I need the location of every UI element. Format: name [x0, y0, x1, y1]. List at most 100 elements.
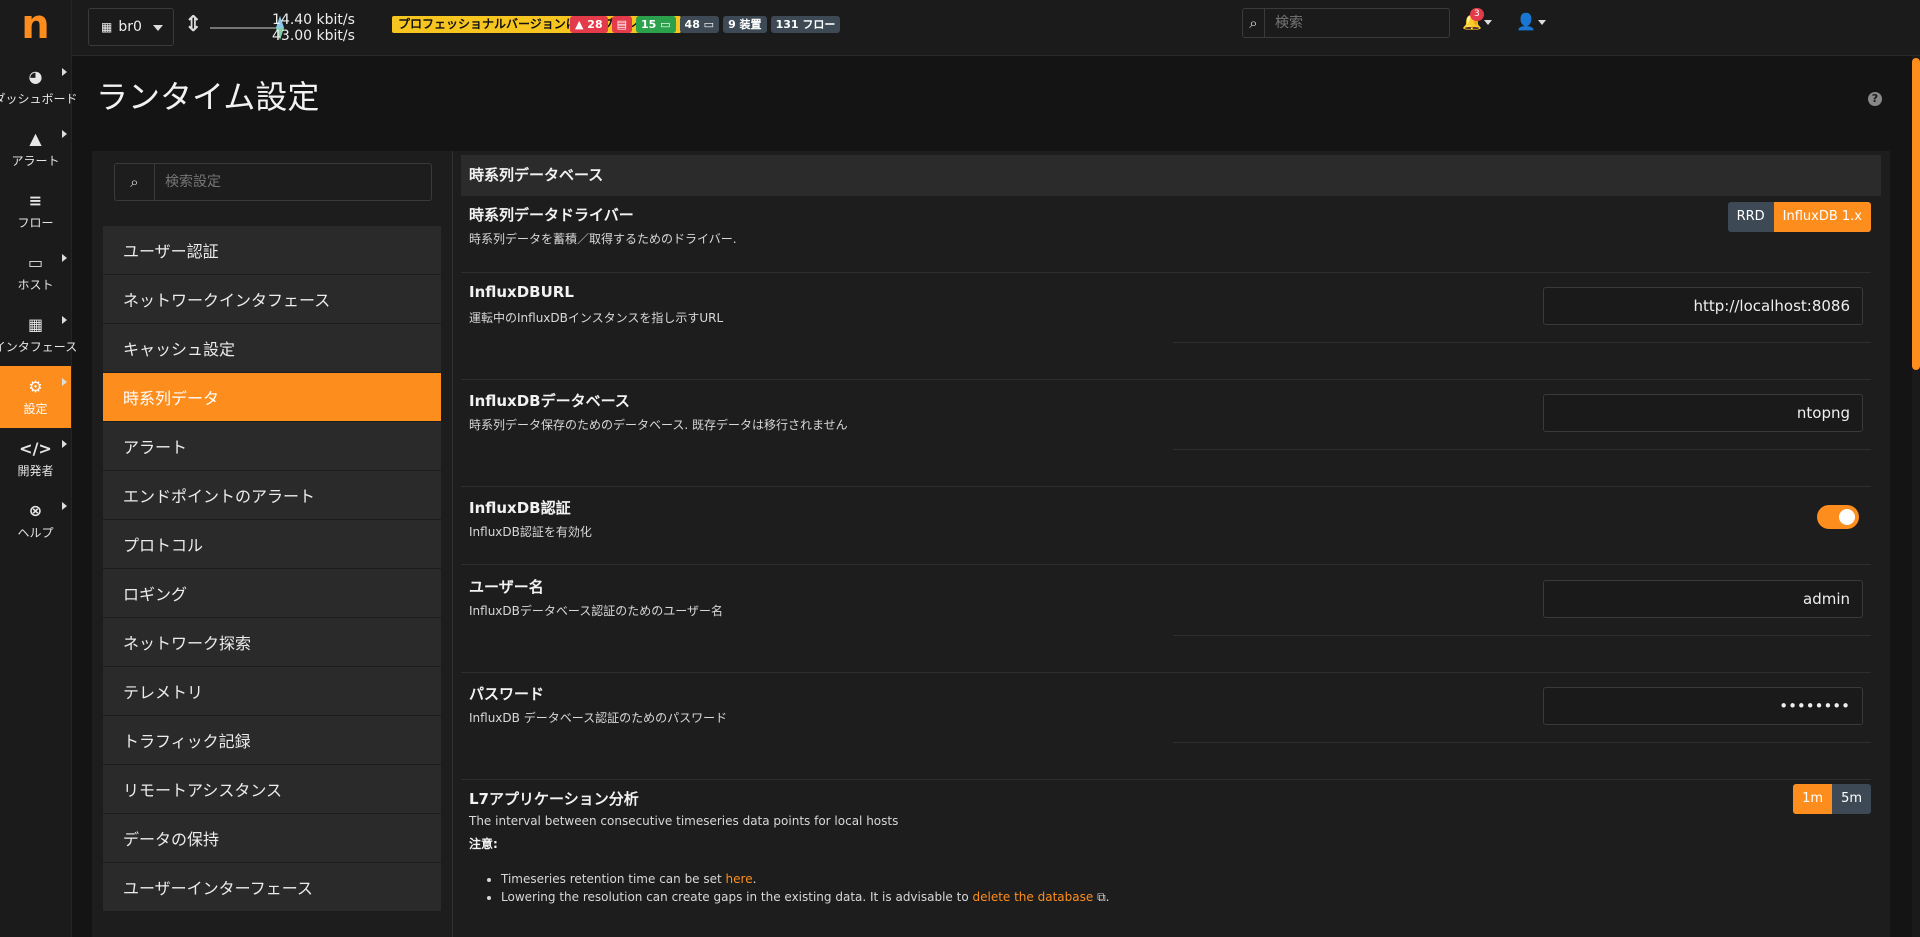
l7-note-label: 注意: [469, 835, 498, 852]
local-hosts-badge[interactable]: 15 ▭ [636, 16, 676, 33]
list-item: Lowering the resolution can create gaps … [501, 888, 1109, 906]
delete-database-link[interactable]: delete the database [972, 890, 1093, 904]
caret-right-icon [62, 502, 67, 510]
interface-select[interactable]: ▦ br0 [88, 8, 174, 46]
chevron-down-icon [1483, 20, 1492, 25]
nav-dashboard[interactable]: ◕ ダッシュボード [0, 56, 78, 118]
stream-icon: ≡ [28, 190, 43, 210]
nav-settings[interactable]: ⚙ 設定 [0, 366, 71, 428]
influxdb-auth-row: InfluxDB認証 InfluxDB認証を有効化 [461, 487, 1871, 565]
divider [1173, 635, 1871, 636]
menu-item-network-interfaces[interactable]: ネットワークインタフェース [103, 275, 441, 323]
nav-help[interactable]: ⊗ ヘルプ [0, 490, 71, 552]
password-input[interactable] [1543, 687, 1863, 725]
nav-label: ヘルプ [17, 525, 54, 540]
username-input[interactable] [1543, 580, 1863, 618]
section-header: 時系列データベース [461, 155, 1881, 196]
menu-item-traffic-recording[interactable]: トラフィック記録 [103, 716, 441, 764]
menu-item-alerts[interactable]: アラート [103, 422, 441, 470]
nav-label: インタフェース [0, 339, 78, 354]
nav-label: ダッシュボード [0, 91, 78, 106]
page-title: ランタイム設定 [96, 78, 320, 116]
warning-icon: ▲ [29, 128, 42, 148]
timeseries-settings-panel: 時系列データベース 時系列データドライバー 時系列データを蓄積／取得するためのド… [452, 151, 1890, 937]
menu-item-remote-assistance[interactable]: リモートアシスタンス [103, 765, 441, 813]
driver-title: 時系列データドライバー [469, 206, 634, 224]
gauge-icon: ◕ [28, 66, 43, 86]
divider [1173, 449, 1871, 450]
nav-developer[interactable]: </> 開発者 [0, 428, 71, 490]
nav-hosts[interactable]: ▭ ホスト [0, 242, 71, 304]
settings-menu: ユーザー認証 ネットワークインタフェース キャッシュ設定 時系列データ アラート… [103, 226, 441, 912]
menu-item-telemetry[interactable]: テレメトリ [103, 667, 441, 715]
nav-alerts[interactable]: ▲ アラート [0, 118, 71, 180]
username-title: ユーザー名 [469, 578, 544, 596]
menu-item-endpoint-alerts[interactable]: エンドポイントのアラート [103, 471, 441, 519]
interface-name: br0 [118, 19, 142, 35]
retention-here-link[interactable]: here [726, 872, 753, 886]
toggle-knob [1839, 509, 1855, 525]
password-title: パスワード [469, 685, 545, 703]
chevron-down-icon [1537, 20, 1546, 25]
logo-letter: n [21, 2, 50, 48]
database-badge[interactable]: ▤ [611, 16, 633, 33]
menu-item-timeseries[interactable]: 時系列データ [103, 373, 441, 421]
l7-notes-list: Timeseries retention time can be set her… [501, 870, 1109, 906]
help-icon[interactable]: ? [1868, 92, 1882, 106]
database-desc: 時系列データ保存のためのデータベース. 既存データは移行されません [469, 418, 848, 432]
search-icon[interactable]: ⌕ [115, 164, 155, 200]
nav-flows[interactable]: ≡ フロー [0, 180, 71, 242]
global-search: ⌕ [1242, 8, 1450, 38]
menu-item-user-auth[interactable]: ユーザー認証 [103, 226, 441, 274]
username-desc: InfluxDBデータベース認証のためのユーザー名 [469, 604, 724, 618]
gear-icon: ⚙ [28, 376, 43, 396]
driver-row: 時系列データドライバー 時系列データを蓄積／取得するためのドライバー. RRD … [461, 196, 1871, 260]
devices-badge[interactable]: 9 装置 [723, 16, 767, 33]
menu-item-logging[interactable]: ロギング [103, 569, 441, 617]
driver-toggle-group: RRD InfluxDB 1.x [1727, 202, 1871, 232]
influxdb-auth-toggle[interactable] [1817, 505, 1859, 529]
driver-influxdb-button[interactable]: InfluxDB 1.x [1773, 202, 1871, 232]
caret-right-icon [62, 68, 67, 76]
bullet-end: ⧉. [1093, 890, 1110, 904]
password-row: パスワード InfluxDB データベース認証のためのパスワード [461, 673, 1871, 777]
auth-title: InfluxDB認証 [469, 499, 571, 517]
caret-right-icon [62, 316, 67, 324]
menu-item-data-retention[interactable]: データの保持 [103, 814, 441, 862]
database-title: InfluxDBデータベース [469, 392, 630, 410]
l7-interval-group: 1m 5m [1793, 784, 1871, 814]
code-icon: </> [19, 438, 52, 458]
remote-hosts-badge[interactable]: 48 ▭ [679, 16, 720, 33]
menu-item-protocols[interactable]: プロトコル [103, 520, 441, 568]
divider [1173, 342, 1871, 343]
influxdb-url-row: InfluxDBURL 運転中のInfluxDBインスタンスを指し示すURL [461, 273, 1871, 377]
search-input[interactable] [1265, 9, 1449, 37]
notification-count: 3 [1470, 8, 1484, 21]
password-desc: InfluxDB データベース認証のためのパスワード [469, 711, 728, 725]
settings-content: ⌕ ユーザー認証 ネットワークインタフェース キャッシュ設定 時系列データ アラ… [92, 151, 1890, 937]
influxdb-url-input[interactable] [1543, 287, 1863, 325]
interval-5m-button[interactable]: 5m [1832, 784, 1871, 814]
nav-label: 設定 [23, 401, 48, 416]
status-badges: ▲ 28 ▤ 15 ▭ 48 ▭ 9 装置 131 フロー [570, 16, 841, 33]
menu-item-cache[interactable]: キャッシュ設定 [103, 324, 441, 372]
note-label: 注意: [469, 837, 498, 851]
search-icon[interactable]: ⌕ [1243, 9, 1265, 37]
l7-title: L7アプリケーション分析 [469, 790, 639, 808]
ntop-logo[interactable]: n [0, 0, 71, 56]
page-scrollbar[interactable] [1912, 56, 1920, 937]
scrollbar-thumb[interactable] [1912, 58, 1920, 370]
menu-item-user-interface[interactable]: ユーザーインターフェース [103, 863, 441, 911]
user-icon[interactable]: 👤 [1516, 12, 1546, 31]
caret-right-icon [62, 378, 67, 386]
menu-item-network-discovery[interactable]: ネットワーク探索 [103, 618, 441, 666]
flows-badge[interactable]: 131 フロー [770, 16, 841, 33]
settings-search-input[interactable] [155, 164, 431, 200]
influxdb-database-input[interactable] [1543, 394, 1863, 432]
nav-interfaces[interactable]: ▦ インタフェース [0, 304, 77, 366]
traffic-rates: 14.40 kbit/s 43.00 kbit/s [272, 12, 355, 44]
alerts-badge[interactable]: ▲ 28 [570, 16, 608, 33]
interval-1m-button[interactable]: 1m [1793, 784, 1833, 814]
driver-rrd-button[interactable]: RRD [1727, 202, 1774, 232]
divider [1173, 742, 1871, 743]
